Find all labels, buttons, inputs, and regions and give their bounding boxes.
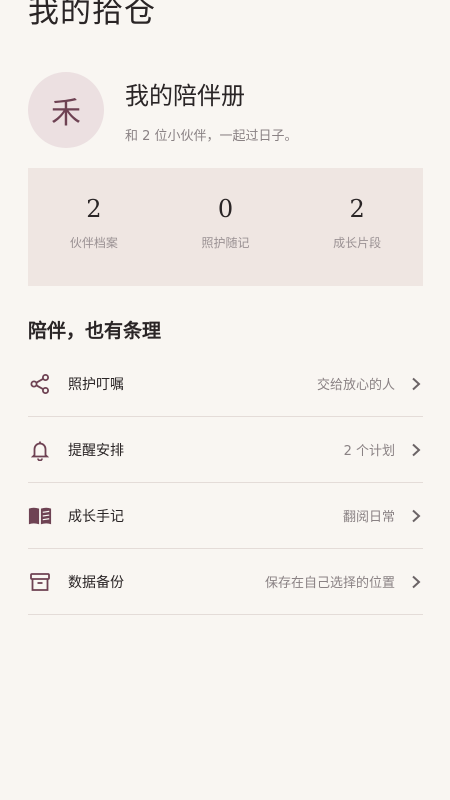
menu-item-care-instructions[interactable]: 照护叮嘱 交给放心的人 bbox=[28, 351, 423, 417]
menu-value: 保存在自己选择的位置 bbox=[264, 576, 395, 591]
avatar: 禾 bbox=[28, 72, 104, 148]
book-icon bbox=[28, 504, 52, 528]
stat-value: 2 bbox=[349, 195, 365, 223]
chevron-right-icon bbox=[409, 575, 423, 589]
stat-label: 照护随记 bbox=[201, 236, 250, 250]
section-title: 陪伴，也有条理 bbox=[28, 320, 162, 342]
chevron-right-icon bbox=[409, 443, 423, 457]
archive-icon bbox=[28, 570, 52, 594]
stat-care-notes[interactable]: 0 照护随记 bbox=[160, 168, 292, 286]
menu-list: 照护叮嘱 交给放心的人 提醒安排 2 个计划 成长手记 翻阅日常 数据备份 保存… bbox=[28, 351, 423, 615]
stat-value: 0 bbox=[217, 195, 234, 223]
stat-label: 伙伴档案 bbox=[69, 236, 118, 250]
profile-card: 禾 我的陪伴册 和 2 位小伙伴，一起过日子。 bbox=[28, 72, 423, 150]
menu-label: 提醒安排 bbox=[68, 442, 124, 459]
menu-value: 2 个计划 bbox=[343, 444, 395, 459]
chevron-right-icon bbox=[409, 377, 423, 391]
menu-label: 照护叮嘱 bbox=[68, 376, 124, 393]
share-icon bbox=[28, 372, 52, 396]
page-title: 我的拾仓 bbox=[28, 0, 156, 30]
menu-item-growth-journal[interactable]: 成长手记 翻阅日常 bbox=[28, 483, 423, 549]
bell-icon bbox=[28, 438, 52, 462]
menu-item-data-backup[interactable]: 数据备份 保存在自己选择的位置 bbox=[28, 549, 423, 615]
stat-label: 成长片段 bbox=[333, 236, 382, 250]
profile-name: 我的陪伴册 bbox=[125, 82, 245, 110]
chevron-right-icon bbox=[409, 509, 423, 523]
menu-value: 交给放心的人 bbox=[316, 378, 395, 393]
menu-value: 翻阅日常 bbox=[342, 510, 395, 525]
stat-growth-moments[interactable]: 2 成长片段 bbox=[291, 168, 423, 286]
stat-partner-profiles[interactable]: 2 伙伴档案 bbox=[28, 168, 160, 286]
stats-panel: 2 伙伴档案 0 照护随记 2 成长片段 bbox=[28, 168, 423, 286]
menu-label: 成长手记 bbox=[68, 508, 124, 525]
stat-value: 2 bbox=[86, 195, 102, 223]
menu-label: 数据备份 bbox=[68, 574, 124, 591]
menu-item-reminders[interactable]: 提醒安排 2 个计划 bbox=[28, 417, 423, 483]
profile-subtitle: 和 2 位小伙伴，一起过日子。 bbox=[125, 129, 298, 144]
